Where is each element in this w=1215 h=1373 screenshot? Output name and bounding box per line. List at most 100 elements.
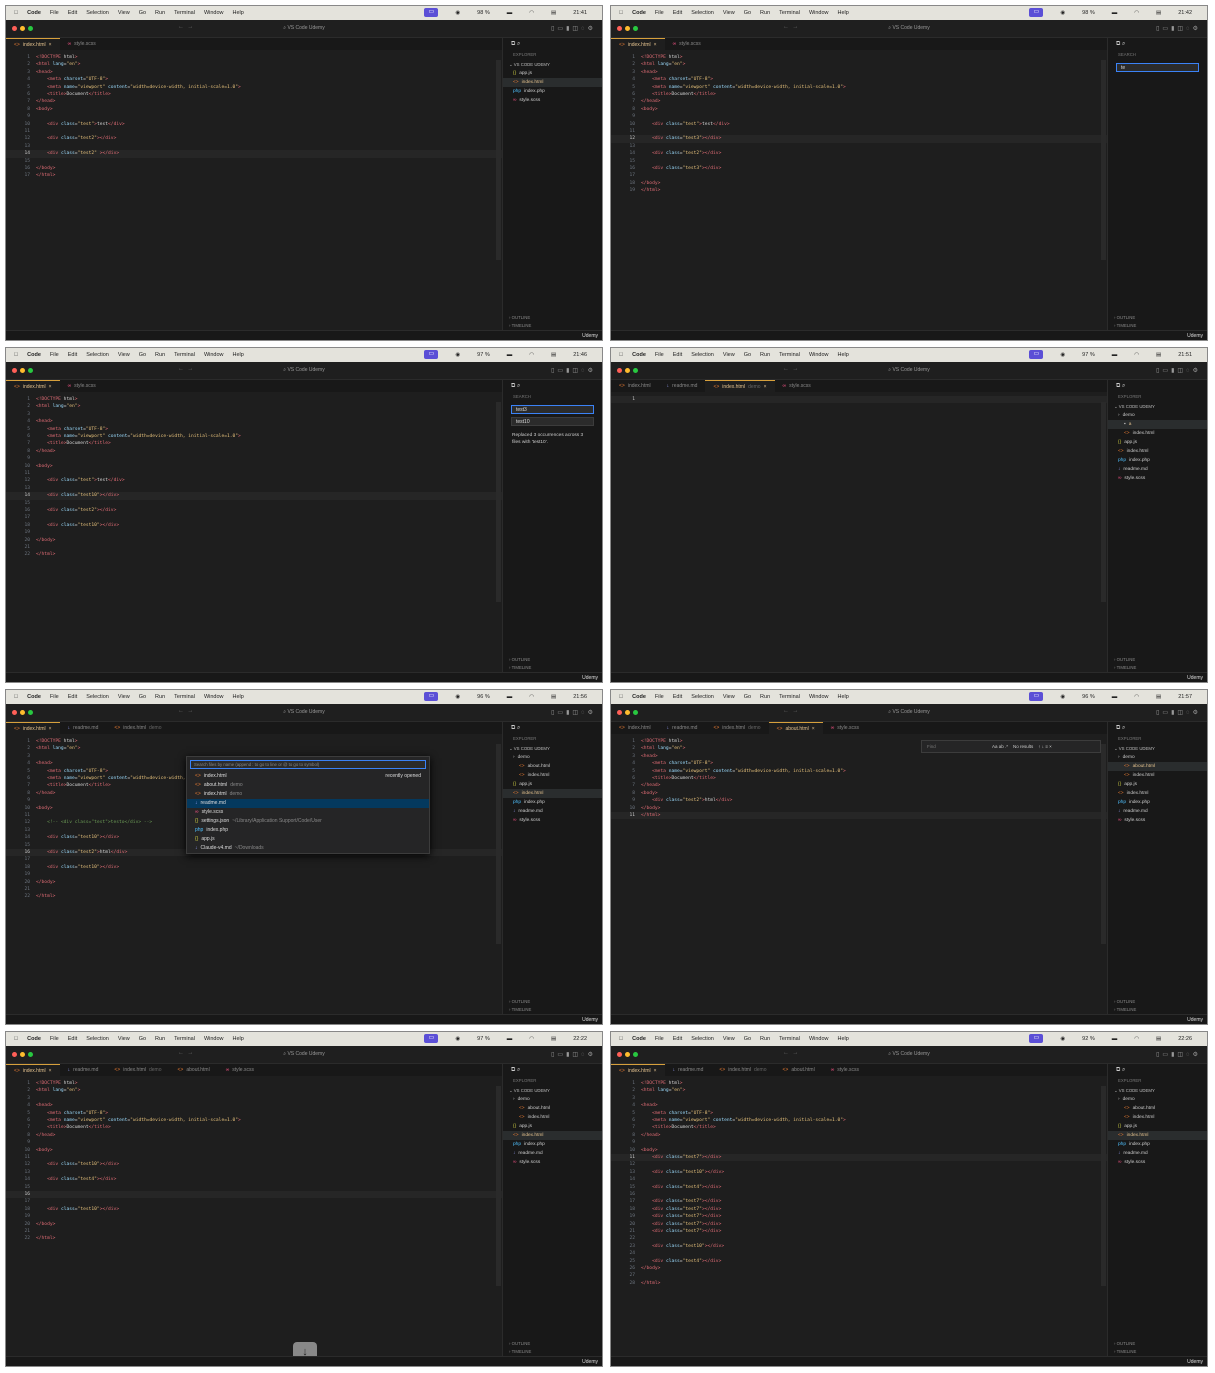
code-line[interactable]: 4 <meta charset="UTF-8"> bbox=[6, 76, 502, 83]
code-line[interactable]: 21 bbox=[6, 1228, 502, 1235]
screen-share-icon[interactable]: ▭ bbox=[1029, 350, 1044, 359]
file-tree-item[interactable]: › demo bbox=[503, 1095, 602, 1104]
code-line[interactable]: 13 bbox=[611, 143, 1107, 150]
code-line[interactable]: 14 <div class="test2"></div> bbox=[611, 150, 1107, 157]
outline-section[interactable]: › OUTLINE bbox=[509, 314, 531, 322]
apple-icon[interactable]:  bbox=[619, 694, 623, 700]
code-line[interactable]: 9 bbox=[611, 1139, 1107, 1146]
tab-style-scss[interactable]: ∞ style.scss bbox=[60, 38, 104, 50]
file-tree-item[interactable]: <> index.html bbox=[1108, 1113, 1207, 1122]
wifi-icon[interactable]: ◠ bbox=[529, 352, 534, 358]
code-line[interactable]: 15 bbox=[6, 500, 502, 507]
code-line[interactable]: 6 <title>Document</title> bbox=[611, 775, 1107, 782]
code-editor[interactable]: 1 bbox=[611, 392, 1107, 672]
menu-file[interactable]: File bbox=[50, 352, 59, 358]
search-view-icon[interactable]: ⌕ bbox=[517, 1067, 520, 1073]
code-line[interactable]: 15 bbox=[6, 158, 502, 165]
quick-open-item[interactable]: php index.php bbox=[187, 826, 429, 835]
timeline-section[interactable]: › TIMELINE bbox=[1114, 1006, 1136, 1014]
replace-input[interactable]: test10 bbox=[511, 417, 594, 426]
layout-icons[interactable]: ▯▭▮◫◌⚙ bbox=[1156, 367, 1201, 374]
code-line[interactable]: 17 bbox=[6, 856, 502, 863]
file-tree-item[interactable]: {} app.js bbox=[503, 1122, 602, 1131]
code-line[interactable]: 18 <div class="test7"></div> bbox=[611, 1206, 1107, 1213]
menu-help[interactable]: Help bbox=[233, 694, 244, 700]
apple-icon[interactable]:  bbox=[14, 1036, 18, 1042]
code-line[interactable]: 19 </html> bbox=[611, 187, 1107, 194]
menu-help[interactable]: Help bbox=[233, 352, 244, 358]
menu-view[interactable]: View bbox=[723, 694, 735, 700]
menu-file[interactable]: File bbox=[50, 694, 59, 700]
screen-share-icon[interactable]: ▭ bbox=[1029, 8, 1044, 17]
code-editor[interactable]: 1 <!DOCTYPE html> 2 <html lang="en"> 3 4 <head… bbox=[6, 734, 502, 1014]
apple-icon[interactable]:  bbox=[619, 10, 623, 16]
menu-file[interactable]: File bbox=[50, 1036, 59, 1042]
menu-view[interactable]: View bbox=[118, 1036, 130, 1042]
battery-icon[interactable]: ▬ bbox=[507, 352, 513, 358]
file-tree-item[interactable]: <> about.html bbox=[503, 1104, 602, 1113]
file-tree-item[interactable]: ∞ style.scss bbox=[503, 96, 602, 105]
project-folder[interactable]: ⌄ VS CODE UDEMY bbox=[503, 60, 602, 69]
file-tree-item[interactable]: ↓ readme.md bbox=[503, 807, 602, 816]
file-tree-item[interactable]: › demo bbox=[503, 753, 602, 762]
code-line[interactable]: 1 <!DOCTYPE html> bbox=[6, 738, 502, 745]
search-view-icon[interactable]: ⌕ bbox=[1122, 41, 1125, 47]
wifi-icon[interactable]: ◠ bbox=[529, 694, 534, 700]
quick-open-item[interactable]: ∞ style.scss bbox=[187, 808, 429, 817]
menu-selection[interactable]: Selection bbox=[86, 352, 109, 358]
menu-terminal[interactable]: Terminal bbox=[779, 10, 800, 16]
explorer-icon[interactable]: ⧉ bbox=[1116, 41, 1120, 47]
code-line[interactable]: 6 <meta name="viewport" content="width=d… bbox=[6, 1117, 502, 1124]
menu-edit[interactable]: Edit bbox=[68, 10, 77, 16]
code-line[interactable]: 12 <div class="test10"></div> bbox=[6, 1161, 502, 1168]
tab-index-html[interactable]: <> index.html × bbox=[611, 38, 665, 50]
outline-section[interactable]: › OUTLINE bbox=[509, 1340, 531, 1348]
code-line[interactable]: 13 bbox=[6, 1169, 502, 1176]
code-line[interactable]: 20 </body> bbox=[6, 879, 502, 886]
code-line[interactable]: 19 bbox=[6, 871, 502, 878]
file-tree-item[interactable]: <> index.html bbox=[1108, 1131, 1207, 1140]
code-line[interactable]: 18 <div class="test10"></div> bbox=[6, 1206, 502, 1213]
menu-app[interactable]: Code bbox=[27, 1036, 41, 1042]
code-line[interactable]: 4 <head> bbox=[6, 418, 502, 425]
screen-share-icon[interactable]: ▭ bbox=[424, 350, 439, 359]
wifi-icon[interactable]: ◠ bbox=[1134, 352, 1139, 358]
code-line[interactable]: 7 </head> bbox=[611, 98, 1107, 105]
tab-index-html[interactable]: <> index.html × bbox=[6, 1064, 60, 1076]
close-tab-icon[interactable]: × bbox=[654, 1068, 657, 1074]
menu-window[interactable]: Window bbox=[809, 1036, 829, 1042]
code-line[interactable]: 8 </head> bbox=[6, 448, 502, 455]
code-line[interactable]: 8 </head> bbox=[6, 1132, 502, 1139]
explorer-icon[interactable]: ⧉ bbox=[1116, 383, 1120, 389]
file-tree-item[interactable]: <> index.html bbox=[1108, 429, 1207, 438]
menu-view[interactable]: View bbox=[118, 10, 130, 16]
code-line[interactable]: 22 </html> bbox=[6, 893, 502, 900]
search-view-icon[interactable]: ⌕ bbox=[517, 725, 520, 731]
menu-run[interactable]: Run bbox=[155, 694, 165, 700]
battery-icon[interactable]: ▬ bbox=[507, 1036, 513, 1042]
menu-view[interactable]: View bbox=[118, 694, 130, 700]
code-line[interactable]: 11 bbox=[6, 470, 502, 477]
code-editor[interactable]: 1 <!DOCTYPE html> 2 <html lang="en"> 3 <head>… bbox=[6, 50, 502, 330]
outline-section[interactable]: › OUTLINE bbox=[1114, 998, 1136, 1006]
menu-go[interactable]: Go bbox=[139, 694, 146, 700]
command-center[interactable]: VS Code Udemy bbox=[892, 709, 929, 715]
file-tree-item[interactable]: <> index.html bbox=[503, 789, 602, 798]
code-editor[interactable]: 1 <!DOCTYPE html> 2 <html lang="en"> 3 4 <head… bbox=[6, 392, 502, 672]
code-line[interactable]: 8 </head> bbox=[611, 1132, 1107, 1139]
timeline-section[interactable]: › TIMELINE bbox=[1114, 1348, 1136, 1356]
code-line[interactable]: 6 <meta name="viewport" content="width=d… bbox=[611, 1117, 1107, 1124]
file-tree-item[interactable]: <> index.html bbox=[503, 78, 602, 87]
file-tree-item[interactable]: ∞ style.scss bbox=[503, 816, 602, 825]
find-options[interactable]: Aa ab .* bbox=[992, 744, 1008, 749]
file-tree-item[interactable]: php index.php bbox=[503, 87, 602, 96]
editor-scrollbar[interactable] bbox=[496, 402, 501, 602]
editor-scrollbar[interactable] bbox=[1101, 402, 1106, 602]
menu-file[interactable]: File bbox=[655, 10, 664, 16]
wifi-icon[interactable]: ◠ bbox=[1134, 10, 1139, 16]
screen-share-icon[interactable]: ▭ bbox=[424, 692, 439, 701]
menu-view[interactable]: View bbox=[118, 352, 130, 358]
battery-icon[interactable]: ▬ bbox=[1112, 352, 1118, 358]
code-line[interactable]: 27 bbox=[611, 1272, 1107, 1279]
apple-icon[interactable]:  bbox=[14, 694, 18, 700]
